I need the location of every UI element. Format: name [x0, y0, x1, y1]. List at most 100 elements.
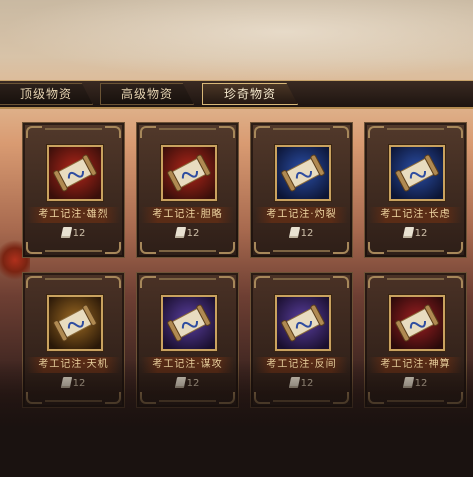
frame-corner: [219, 276, 235, 288]
frame-edge: [159, 278, 216, 280]
frame-corner: [333, 242, 349, 254]
item-card[interactable]: 考工记注·雄烈 12: [22, 122, 125, 258]
tab-rare-supplies[interactable]: 珍奇物资: [202, 83, 298, 105]
tab-bar: 顶级物资 高级物资 珍奇物资: [0, 80, 473, 109]
item-card[interactable]: 考工记注·长虑 12: [364, 122, 467, 258]
item-card[interactable]: 考工记注·灼裂 12: [250, 122, 353, 258]
item-card[interactable]: 考工记注·谋攻 12: [136, 272, 239, 408]
frame-corner: [140, 392, 156, 404]
frame-corner: [447, 392, 463, 404]
item-count-row: 12: [365, 227, 466, 241]
frame-corner: [254, 126, 270, 138]
frame-edge: [159, 128, 216, 130]
item-card[interactable]: 考工记注·胆略 12: [136, 122, 239, 258]
frame-corner: [140, 126, 156, 138]
frame-edge: [273, 250, 330, 252]
item-icon-frame[interactable]: [389, 295, 445, 351]
item-card[interactable]: 考工记注·反间 12: [250, 272, 353, 408]
scroll-icon: [277, 147, 329, 199]
item-count-row: 12: [137, 227, 238, 241]
paper-icon: [288, 227, 300, 238]
item-icon-frame[interactable]: [161, 145, 217, 201]
frame-corner: [140, 276, 156, 288]
scroll-icon: [163, 297, 215, 349]
item-name: 考工记注·长虑: [369, 207, 462, 223]
item-name: 考工记注·反间: [255, 357, 348, 373]
frame-edge: [387, 400, 444, 402]
item-icon-frame[interactable]: [47, 295, 103, 351]
scroll-icon: [391, 147, 443, 199]
frame-corner: [254, 242, 270, 254]
frame-edge: [45, 278, 102, 280]
frame-corner: [219, 242, 235, 254]
frame-corner: [26, 392, 42, 404]
item-count-row: 12: [251, 227, 352, 241]
frame-edge: [159, 250, 216, 252]
item-count: 12: [186, 228, 200, 239]
frame-corner: [219, 126, 235, 138]
item-name: 考工记注·神算: [369, 357, 462, 373]
frame-corner: [140, 242, 156, 254]
item-icon-frame[interactable]: [161, 295, 217, 351]
frame-edge: [45, 400, 102, 402]
item-count-row: 12: [137, 377, 238, 391]
frame-corner: [447, 276, 463, 288]
frame-edge: [387, 250, 444, 252]
frame-corner: [368, 392, 384, 404]
tab-advanced-supplies[interactable]: 高级物资: [100, 83, 194, 105]
item-card[interactable]: 考工记注·天机 12: [22, 272, 125, 408]
paper-icon: [60, 377, 72, 388]
item-name: 考工记注·灼裂: [255, 207, 348, 223]
item-count-row: 12: [23, 227, 124, 241]
paper-icon: [60, 227, 72, 238]
item-name: 考工记注·雄烈: [27, 207, 120, 223]
frame-edge: [273, 278, 330, 280]
tab-top-supplies[interactable]: 顶级物资: [0, 83, 93, 105]
paper-icon: [174, 377, 186, 388]
item-name: 考工记注·天机: [27, 357, 120, 373]
scroll-icon: [49, 147, 101, 199]
item-name: 考工记注·谋攻: [141, 357, 234, 373]
frame-edge: [159, 400, 216, 402]
frame-corner: [105, 126, 121, 138]
item-icon-frame[interactable]: [47, 145, 103, 201]
item-count: 12: [72, 378, 86, 389]
frame-corner: [254, 276, 270, 288]
frame-corner: [333, 392, 349, 404]
item-icon-frame[interactable]: [389, 145, 445, 201]
frame-corner: [26, 276, 42, 288]
frame-corner: [368, 242, 384, 254]
scroll-icon: [49, 297, 101, 349]
frame-corner: [447, 126, 463, 138]
frame-corner: [219, 392, 235, 404]
frame-corner: [447, 242, 463, 254]
frame-corner: [105, 242, 121, 254]
paper-icon: [288, 377, 300, 388]
frame-edge: [273, 128, 330, 130]
item-icon-frame[interactable]: [275, 295, 331, 351]
frame-corner: [26, 242, 42, 254]
scroll-icon: [163, 147, 215, 199]
item-count: 12: [300, 228, 314, 239]
frame-edge: [45, 250, 102, 252]
item-grid: 考工记注·雄烈 12 考工记注·胆略 12 考工记注·灼裂 12 考工记注·长虑…: [0, 118, 473, 408]
paper-icon: [402, 227, 414, 238]
background-sky: [0, 0, 473, 80]
item-count: 12: [186, 378, 200, 389]
frame-corner: [368, 276, 384, 288]
item-count-row: 12: [23, 377, 124, 391]
frame-corner: [254, 392, 270, 404]
item-card[interactable]: 考工记注·神算 12: [364, 272, 467, 408]
frame-edge: [387, 128, 444, 130]
item-count-row: 12: [365, 377, 466, 391]
scroll-icon: [277, 297, 329, 349]
frame-corner: [26, 126, 42, 138]
item-count: 12: [72, 228, 86, 239]
frame-edge: [387, 278, 444, 280]
item-count: 12: [300, 378, 314, 389]
item-count: 12: [414, 378, 428, 389]
item-icon-frame[interactable]: [275, 145, 331, 201]
frame-corner: [105, 392, 121, 404]
frame-corner: [333, 126, 349, 138]
frame-corner: [105, 276, 121, 288]
